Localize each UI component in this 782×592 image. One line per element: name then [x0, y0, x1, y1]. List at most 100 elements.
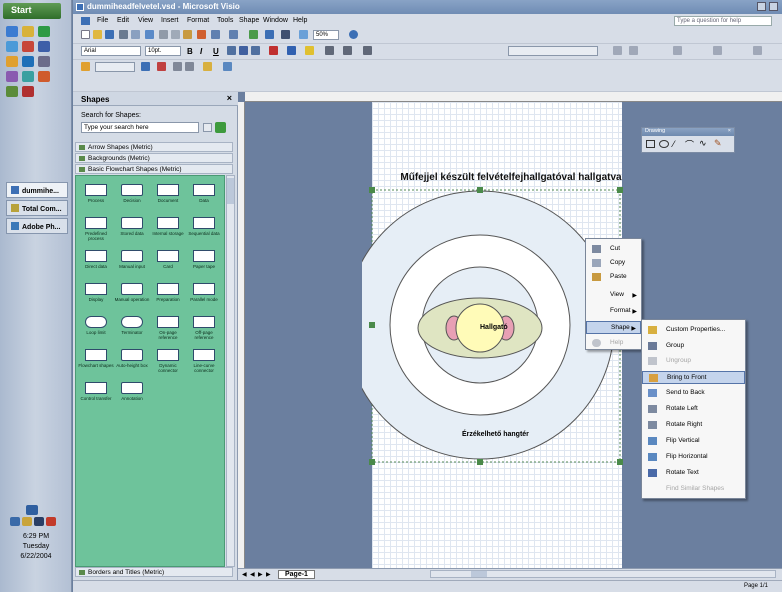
- quick-launch-icon[interactable]: [38, 71, 50, 82]
- pencil-tool-icon[interactable]: ✎: [714, 138, 722, 149]
- quick-launch-icon[interactable]: [6, 71, 18, 82]
- line-color-icon[interactable]: [287, 46, 296, 55]
- freeform-tool-icon[interactable]: ∿: [699, 138, 707, 149]
- close-icon[interactable]: ×: [227, 93, 232, 103]
- restore-icon[interactable]: [769, 2, 778, 11]
- selection-handle[interactable]: [369, 322, 375, 328]
- selection-handle[interactable]: [369, 187, 375, 193]
- stencil-master[interactable]: Process: [78, 184, 114, 203]
- stencil-master[interactable]: Display: [78, 283, 114, 302]
- quick-launch-icon[interactable]: [38, 41, 50, 52]
- line-tool-icon[interactable]: ⁄: [673, 139, 675, 149]
- connector-icon[interactable]: [157, 62, 166, 71]
- cut-icon[interactable]: [159, 30, 168, 39]
- style-field[interactable]: [508, 46, 598, 56]
- taskbar-button-total-commander[interactable]: Total Com...: [6, 200, 68, 216]
- quick-launch-icon[interactable]: [38, 26, 50, 37]
- quick-launch-icon[interactable]: [6, 56, 18, 67]
- font-size-select[interactable]: 10pt.: [145, 46, 181, 56]
- connector-tool-icon[interactable]: [265, 30, 274, 39]
- stencil-master[interactable]: Paper tape: [186, 250, 222, 269]
- stencil-master[interactable]: On-page reference: [150, 316, 186, 340]
- redo-icon[interactable]: [229, 30, 238, 39]
- preview-icon[interactable]: [131, 30, 140, 39]
- search-go-icon[interactable]: [215, 122, 226, 133]
- close-icon[interactable]: ×: [728, 128, 731, 134]
- menu-item-bring-to-front[interactable]: Bring to Front: [642, 371, 745, 384]
- selection-handle[interactable]: [369, 459, 375, 465]
- menu-file[interactable]: File: [97, 17, 108, 24]
- paste-icon[interactable]: [183, 30, 192, 39]
- quick-launch-icon[interactable]: [22, 56, 34, 67]
- menu-item-rotate-left[interactable]: Rotate Left: [642, 403, 745, 416]
- stencil-master[interactable]: Auto-height box: [114, 349, 150, 368]
- open-icon[interactable]: [93, 30, 102, 39]
- stencil-master[interactable]: Flowchart shapes: [78, 349, 114, 368]
- zoom-in-icon[interactable]: [173, 62, 182, 71]
- scroll-thumb[interactable]: [471, 571, 487, 577]
- stencil-borders-and-titles[interactable]: Borders and Titles (Metric): [75, 567, 233, 577]
- shape-icon[interactable]: [141, 62, 150, 71]
- stencil-master[interactable]: Predefined process: [78, 217, 114, 241]
- stencil-master[interactable]: Off-page reference: [186, 316, 222, 340]
- subscript-icon[interactable]: [629, 46, 638, 55]
- layer-icon[interactable]: [713, 46, 722, 55]
- fill-color-icon[interactable]: [305, 46, 314, 55]
- selection-handle[interactable]: [477, 187, 483, 193]
- menu-item-group[interactable]: Group: [642, 340, 745, 353]
- stencil-master[interactable]: Sequential data: [186, 217, 222, 236]
- stencil-master[interactable]: Loop limit: [78, 316, 114, 335]
- menu-item-cut[interactable]: Cut: [586, 243, 641, 256]
- start-button[interactable]: Start: [3, 3, 61, 19]
- stencil-master[interactable]: Manual operation: [114, 283, 150, 302]
- stencil-scrollbar[interactable]: [226, 175, 235, 567]
- menu-item-help[interactable]: Help: [586, 337, 641, 350]
- new-icon[interactable]: [81, 30, 90, 39]
- quick-launch-icon[interactable]: [22, 86, 34, 97]
- tray-icon[interactable]: [46, 517, 56, 526]
- menu-edit[interactable]: Edit: [117, 17, 129, 24]
- stencil-master[interactable]: Preparation: [150, 283, 186, 302]
- style-select[interactable]: [95, 62, 135, 72]
- menu-item-rotate-text[interactable]: Rotate Text: [642, 467, 745, 480]
- minimize-icon[interactable]: [757, 2, 766, 11]
- scroll-thumb[interactable]: [227, 178, 234, 204]
- stencil-master[interactable]: Parallel mode: [186, 283, 222, 302]
- horizontal-scrollbar[interactable]: [430, 570, 776, 578]
- menu-view[interactable]: View: [138, 17, 153, 24]
- page-nav-last-icon[interactable]: ▶: [266, 571, 271, 578]
- menu-item-ungroup[interactable]: Ungroup: [642, 355, 745, 368]
- help-icon[interactable]: [349, 30, 358, 39]
- menu-item-flip-horizontal[interactable]: Flip Horizontal: [642, 451, 745, 464]
- menu-help[interactable]: Help: [293, 17, 307, 24]
- stencil-master[interactable]: Document: [150, 184, 186, 203]
- pointer-tool-icon[interactable]: [249, 30, 258, 39]
- line-pattern-icon[interactable]: [343, 46, 352, 55]
- layout-icon[interactable]: [203, 62, 212, 71]
- quick-launch-icon[interactable]: [22, 26, 34, 37]
- quick-launch-icon[interactable]: [22, 41, 34, 52]
- stencil-arrow-shapes[interactable]: Arrow Shapes (Metric): [75, 142, 233, 152]
- stencil-master[interactable]: Terminator: [114, 316, 150, 335]
- stencil-master[interactable]: Annotation: [114, 382, 150, 401]
- font-select[interactable]: Arial: [81, 46, 141, 56]
- options-icon[interactable]: [753, 46, 762, 55]
- stencil-master[interactable]: Decision: [114, 184, 150, 203]
- page-icon[interactable]: [223, 62, 232, 71]
- text-tool-icon[interactable]: [281, 30, 290, 39]
- stencil-master[interactable]: Control transfer: [78, 382, 114, 401]
- align-right-icon[interactable]: [251, 46, 260, 55]
- quick-launch-icon[interactable]: [6, 41, 18, 52]
- italic-button[interactable]: I: [200, 47, 202, 56]
- stencil-backgrounds[interactable]: Backgrounds (Metric): [75, 153, 233, 163]
- quick-launch-icon[interactable]: [6, 26, 18, 37]
- menu-shape[interactable]: Shape: [239, 17, 259, 24]
- quick-launch-icon[interactable]: [6, 86, 18, 97]
- rectangle-tool-icon[interactable]: [646, 140, 655, 148]
- menu-item-send-to-back[interactable]: Send to Back: [642, 387, 745, 400]
- drawing-tools-icon[interactable]: [299, 30, 308, 39]
- save-icon[interactable]: [105, 30, 114, 39]
- shape-search-input[interactable]: Type your search here: [81, 122, 199, 133]
- menu-item-rotate-right[interactable]: Rotate Right: [642, 419, 745, 432]
- stencil-basic-flowchart[interactable]: Basic Flowchart Shapes (Metric): [75, 164, 233, 174]
